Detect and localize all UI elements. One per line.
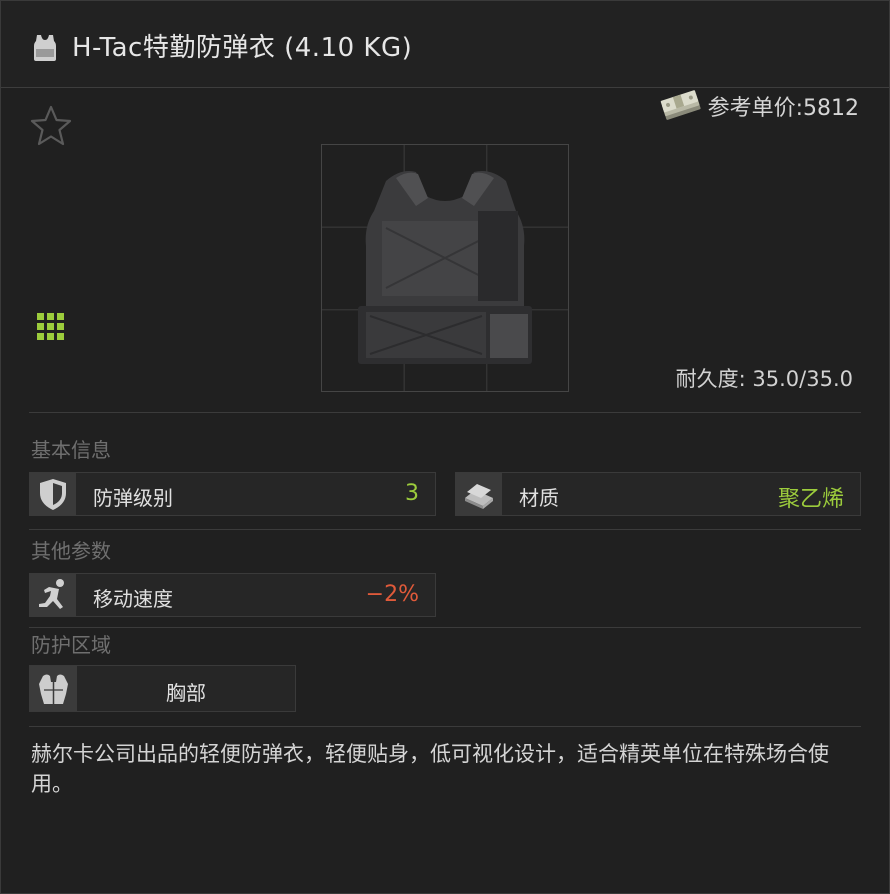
item-detail-panel: H-Tac特勤防弹衣 (4.10 KG) 参考单价:5812 耐久度: 35.0… <box>0 0 890 894</box>
divider <box>29 412 861 413</box>
running-man-icon <box>39 579 64 609</box>
stat-armor-class: 防弹级别 3 <box>29 472 436 516</box>
title-bar: H-Tac特勤防弹衣 (4.10 KG) <box>1 1 889 88</box>
star-outline-icon[interactable] <box>28 103 74 149</box>
zone-label: 胸部 <box>166 681 206 705</box>
vest-icon <box>32 32 58 62</box>
stat-value: 3 <box>405 481 419 506</box>
chest-armor-icon <box>39 674 68 704</box>
stat-value: 聚乙烯 <box>777 487 844 512</box>
stat-material: 材质 聚乙烯 <box>455 472 861 516</box>
divider <box>29 726 861 727</box>
reference-price-text: 参考单价:5812 <box>707 96 859 121</box>
body-armor-vest-image <box>356 166 534 371</box>
stat-value: −2% <box>365 582 419 607</box>
stat-label: 材质 <box>519 486 559 510</box>
section-title-protection: 防护区域 <box>31 633 111 657</box>
stat-move-speed: 移动速度 −2% <box>29 573 436 617</box>
section-title-other: 其他参数 <box>31 539 111 563</box>
protection-zone-chest: 胸部 <box>29 665 296 712</box>
material-plates-icon <box>465 484 493 509</box>
stat-label: 移动速度 <box>93 587 173 611</box>
item-description: 赫尔卡公司出品的轻便防弹衣，轻便贴身，低可视化设计，适合精英单位在特殊场合使用。 <box>31 742 829 796</box>
stat-label: 防弹级别 <box>93 486 173 510</box>
money-stack-icon <box>660 89 702 123</box>
durability-text: 耐久度: 35.0/35.0 <box>675 367 853 391</box>
grid-size-icon <box>37 313 65 341</box>
page-title: H-Tac特勤防弹衣 (4.10 KG) <box>72 33 413 63</box>
divider <box>29 627 861 628</box>
reference-price: 参考单价:5812 <box>660 89 859 123</box>
divider <box>29 529 861 530</box>
shield-icon <box>40 479 66 510</box>
section-title-basic: 基本信息 <box>31 438 111 462</box>
